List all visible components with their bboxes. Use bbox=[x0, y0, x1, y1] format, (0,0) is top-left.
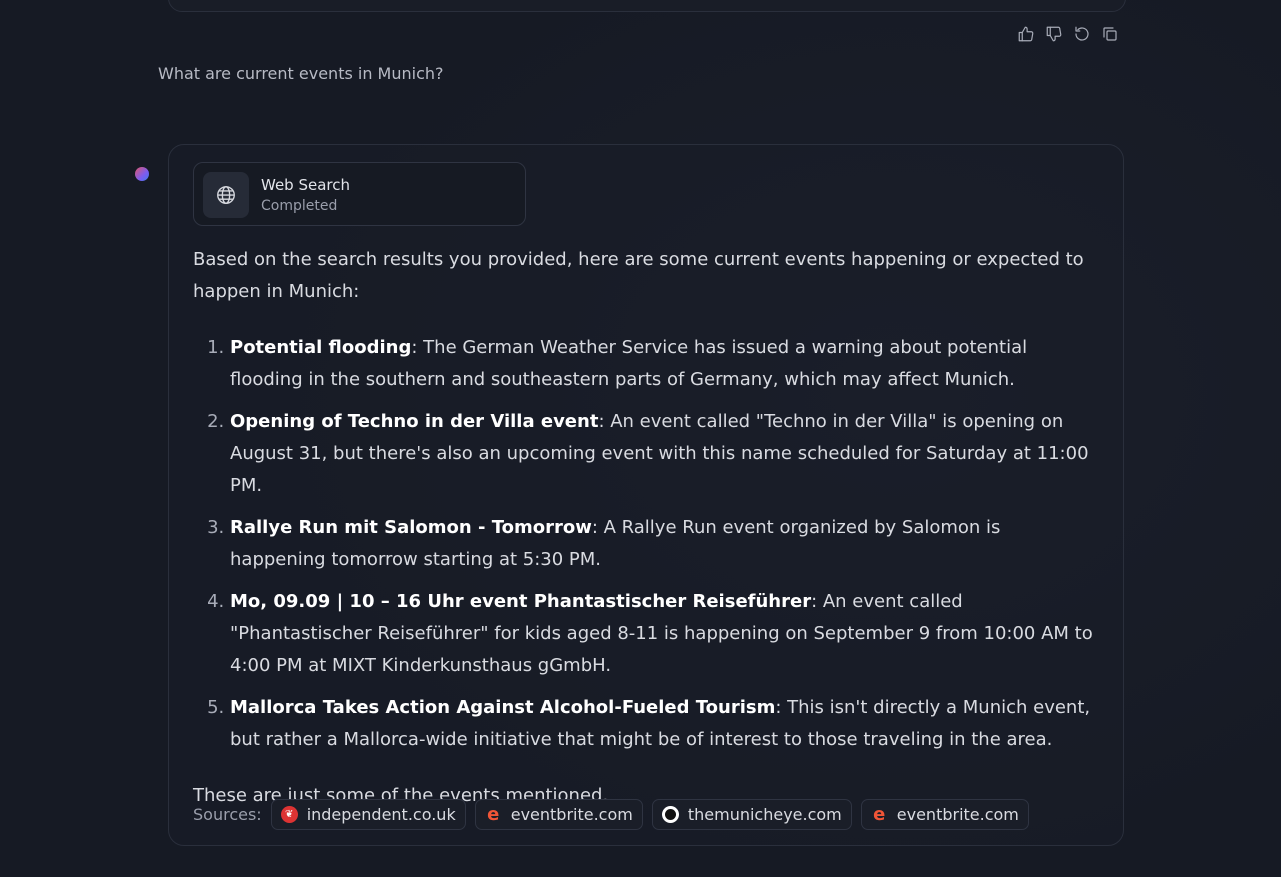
retry-button[interactable] bbox=[1072, 24, 1092, 44]
item-title: Mallorca Takes Action Against Alcohol-Fu… bbox=[230, 697, 776, 718]
source-name: eventbrite.com bbox=[896, 805, 1019, 824]
web-search-tool-card[interactable]: Web Search Completed bbox=[193, 162, 526, 226]
source-chip-eventbrite-2[interactable]: e eventbrite.com bbox=[860, 799, 1029, 830]
tool-status: Completed bbox=[261, 198, 338, 214]
thumbs-down-icon bbox=[1046, 26, 1062, 42]
list-item: Potential flooding: The German Weather S… bbox=[230, 332, 1093, 396]
user-message: What are current events in Munich? bbox=[158, 64, 444, 83]
independent-favicon: ❦ bbox=[280, 806, 298, 823]
source-name: themunicheye.com bbox=[687, 805, 842, 824]
source-name: independent.co.uk bbox=[306, 805, 456, 824]
themunicheye-favicon bbox=[661, 806, 679, 823]
previous-message-card bbox=[168, 0, 1126, 12]
list-item: Mallorca Takes Action Against Alcohol-Fu… bbox=[230, 692, 1093, 756]
like-button[interactable] bbox=[1016, 24, 1036, 44]
copy-icon bbox=[1103, 27, 1117, 41]
response-intro: Based on the search results you provided… bbox=[193, 249, 1084, 302]
list-item: Opening of Techno in der Villa event: An… bbox=[230, 406, 1093, 502]
tool-title: Web Search bbox=[261, 176, 351, 194]
assistant-avatar bbox=[135, 167, 149, 181]
retry-icon bbox=[1075, 26, 1089, 41]
source-name: eventbrite.com bbox=[510, 805, 633, 824]
eventbrite-favicon: e bbox=[873, 803, 886, 825]
eventbrite-favicon: e bbox=[487, 803, 500, 825]
list-item: Mo, 09.09 | 10 – 16 Uhr event Phantastis… bbox=[230, 586, 1093, 682]
dislike-button[interactable] bbox=[1044, 24, 1064, 44]
copy-button[interactable] bbox=[1100, 24, 1120, 44]
item-title: Potential flooding bbox=[230, 337, 412, 358]
message-actions bbox=[1016, 24, 1120, 44]
source-chip-themunicheye[interactable]: themunicheye.com bbox=[651, 799, 852, 830]
source-chip-independent[interactable]: ❦ independent.co.uk bbox=[270, 799, 466, 830]
globe-icon bbox=[217, 186, 235, 204]
item-title: Mo, 09.09 | 10 – 16 Uhr event Phantastis… bbox=[230, 591, 812, 612]
sources-label: Sources: bbox=[193, 805, 262, 824]
thumbs-up-icon bbox=[1018, 26, 1034, 42]
item-title: Rallye Run mit Salomon - Tomorrow bbox=[230, 517, 592, 538]
source-chip-eventbrite[interactable]: e eventbrite.com bbox=[474, 799, 643, 830]
events-list: Potential flooding: The German Weather S… bbox=[193, 332, 1093, 756]
tool-icon-box bbox=[203, 172, 249, 218]
item-title: Opening of Techno in der Villa event bbox=[230, 411, 599, 432]
sources-bar: Sources: ❦ independent.co.uk e eventbrit… bbox=[193, 799, 1029, 830]
response-body: Based on the search results you provided… bbox=[193, 244, 1093, 812]
list-item: Rallye Run mit Salomon - Tomorrow: A Ral… bbox=[230, 512, 1093, 576]
assistant-response-card: Web Search Completed Based on the search… bbox=[168, 144, 1124, 846]
